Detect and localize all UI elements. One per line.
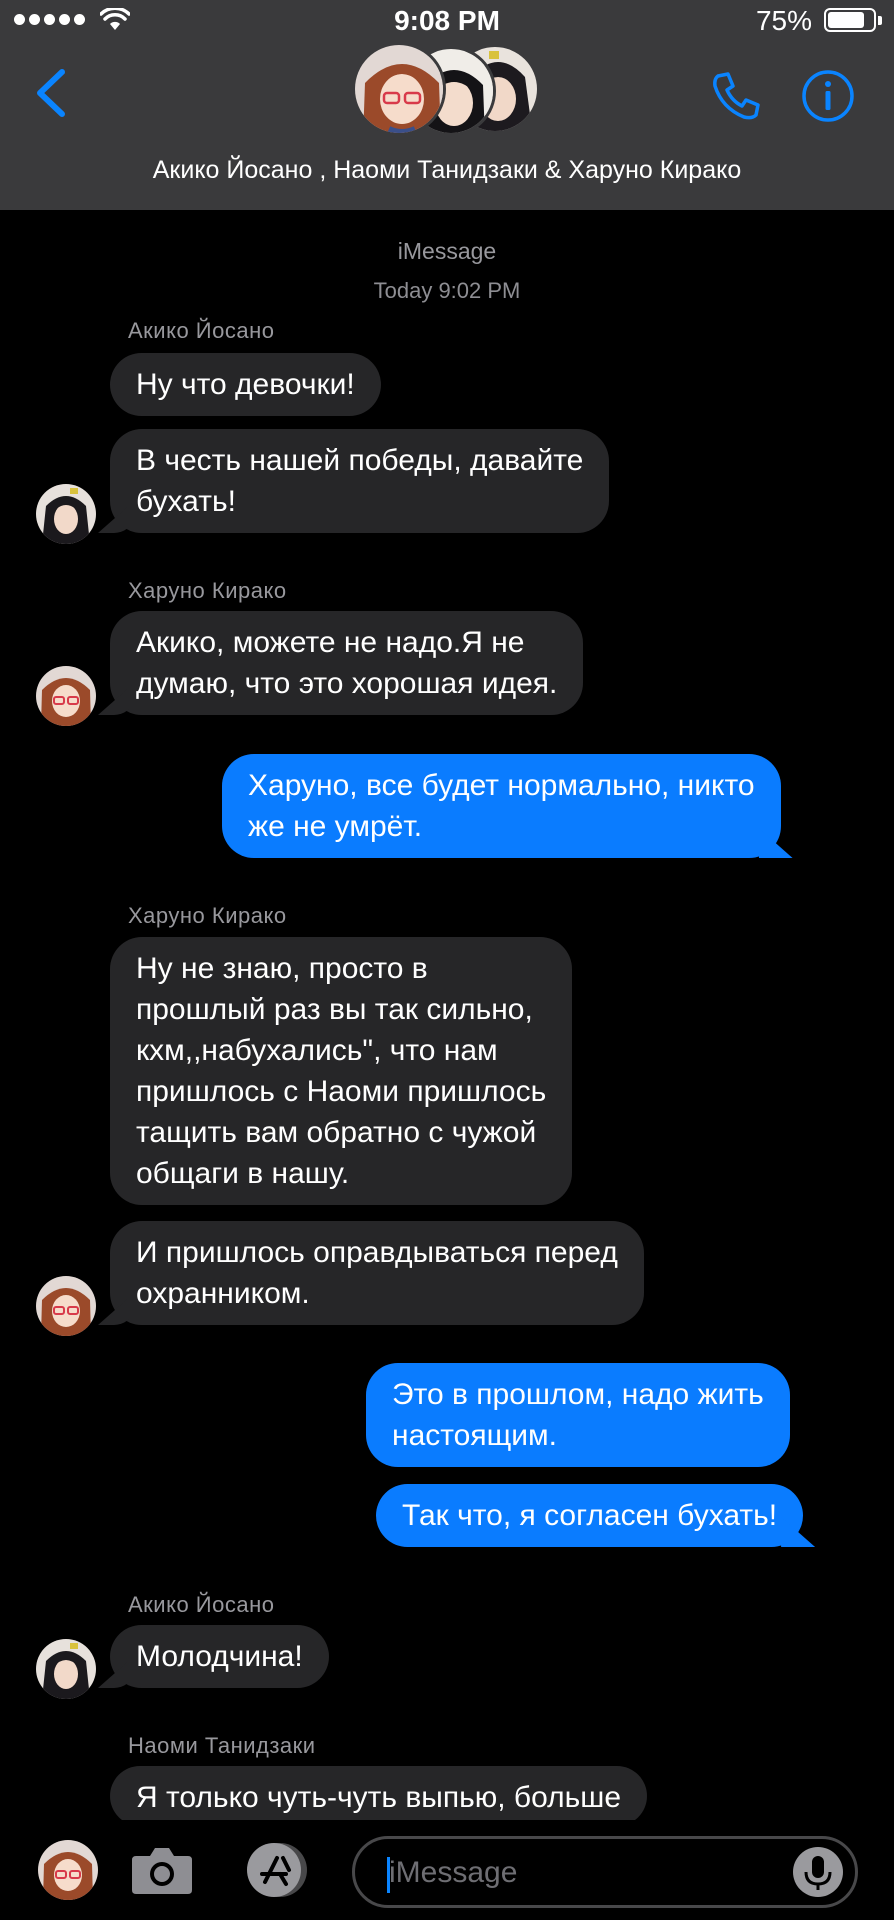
message-bubble-outgoing[interactable]: Харуно, все будет нормально, никто же не… [222, 754, 781, 858]
battery-percent: 75% [755, 5, 812, 36]
group-title: Акико Йосано , Наоми Танидзаки & Харуно … [152, 156, 742, 184]
phone-icon[interactable] [708, 68, 764, 124]
group-avatars[interactable] [352, 42, 552, 142]
avatar [352, 42, 446, 136]
avatar [36, 666, 96, 726]
avatar [36, 1276, 96, 1336]
message-bubble-incoming[interactable]: В честь нашей победы, давайте бухать! [110, 429, 610, 533]
sender-name: Харуно Кирако [128, 903, 287, 928]
message-bubble-incoming[interactable]: Акико, можете не надо.Я не думаю, что эт… [110, 611, 584, 715]
message-bubble-incoming[interactable]: Я только чуть-чуть выпью, больше [110, 1766, 648, 1826]
sender-name: Наоми Танидзаки [128, 1733, 316, 1758]
avatar [36, 484, 96, 544]
compose-bar: iMessage [0, 1820, 894, 1920]
message-bubble-incoming[interactable]: Ну что девочки! [110, 353, 381, 416]
avatar [36, 1639, 96, 1699]
message-bubble-incoming[interactable]: Ну не знаю, просто в прошлый раз вы так … [110, 937, 573, 1205]
app-store-icon[interactable] [240, 1842, 316, 1898]
message-bubble-outgoing[interactable]: Это в прошлом, надо жить настоящим. [366, 1363, 790, 1467]
message-input[interactable]: iMessage [352, 1836, 858, 1908]
sender-name: Акико Йосано [128, 318, 275, 343]
message-bubble-outgoing[interactable]: Так что, я согласен бухать! [376, 1484, 804, 1547]
microphone-icon[interactable] [793, 1847, 843, 1897]
camera-icon[interactable] [130, 1844, 194, 1896]
sender-name: Харуно Кирако [128, 578, 287, 603]
status-bar: 9:08 PM 75% [0, 0, 894, 40]
service-label: iMessage [397, 238, 497, 264]
info-icon[interactable] [800, 68, 856, 124]
conversation-header: 9:08 PM 75% Акико Йосано , Наоми Танидза… [0, 0, 894, 210]
sender-name: Акико Йосано [128, 1592, 275, 1617]
message-bubble-incoming[interactable]: И пришлось оправдываться перед охраннико… [110, 1221, 644, 1325]
message-input-placeholder: iMessage [389, 1856, 518, 1889]
avatar[interactable] [38, 1840, 98, 1900]
conversation-timestamp: Today 9:02 PM [373, 278, 521, 303]
back-chevron-icon[interactable] [28, 66, 72, 120]
battery-icon [824, 8, 882, 32]
message-bubble-incoming[interactable]: Молодчина! [110, 1625, 329, 1688]
messages-screen: 9:08 PM 75% Акико Йосано , Наоми Танидза… [0, 0, 894, 1920]
